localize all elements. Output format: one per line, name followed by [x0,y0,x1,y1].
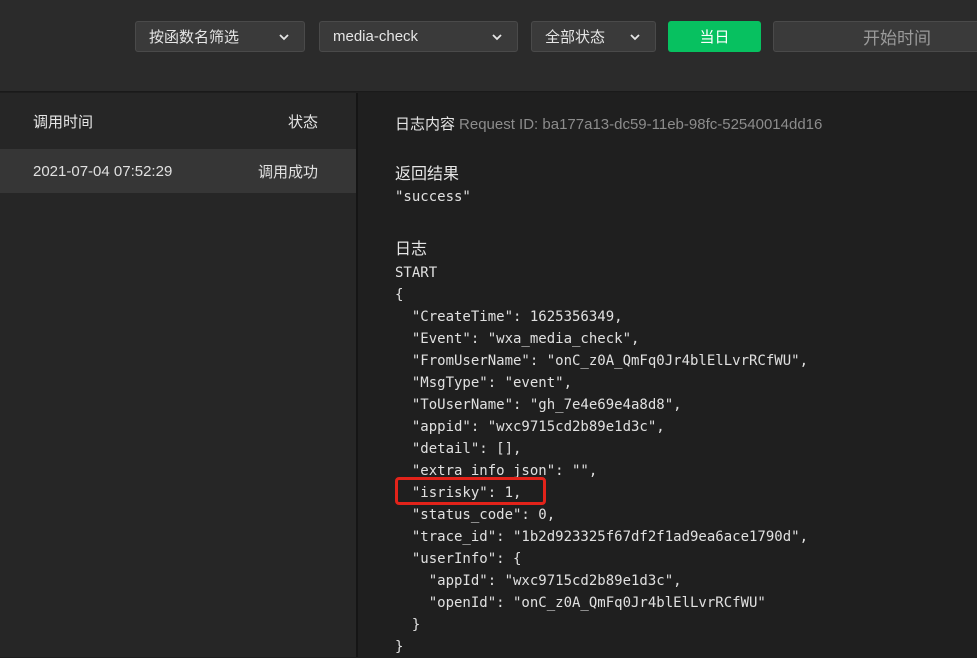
log-line: START [395,265,438,281]
invocation-time: 2021-07-04 07:52:29 [33,162,173,180]
result-value: "success" [395,189,471,205]
log-line: } [395,617,421,633]
result-title: 返回结果 [395,166,460,183]
status-filter-label: 全部状态 [545,29,606,46]
log-line: "status_code": 0, [395,507,556,523]
header-time: 调用时间 [33,113,94,131]
log-content-header: 日志内容 Request ID: ba177a13-dc59-11eb-98fc-… [395,113,822,134]
log-line: "Event": "wxa_media_check", [395,331,640,347]
function-filter-select[interactable]: 按函数名筛选 [135,21,305,52]
log-line: "trace_id": "1b2d923325f67df2f1ad9ea6ace… [395,529,809,545]
log-line: "detail": [], [395,441,522,457]
chevron-down-icon [279,34,289,41]
list-header: 调用时间 状态 [0,93,356,149]
log-line: "openId": "onC_z0A_QmFq0Jr4blElLvrRCfWU" [395,595,766,611]
log-title: 日志 [395,241,428,258]
toolbar: 按函数名筛选 media-check 全部状态 当日 开始时间 [0,0,977,92]
log-line: "CreateTime": 1625356349, [395,309,623,325]
start-time-input[interactable]: 开始时间 [773,21,977,52]
function-filter-label: 按函数名筛选 [149,29,240,46]
list-item[interactable]: 2021-07-04 07:52:29 调用成功 [0,149,356,193]
highlight-annotation [395,477,546,505]
log-line: "MsgType": "event", [395,375,573,391]
log-line: } [395,639,404,655]
log-line: "userInfo": { [395,551,522,567]
log-line: { [395,287,404,303]
function-name-select[interactable]: media-check [319,21,518,52]
invocation-status: 调用成功 [257,163,318,181]
header-status: 状态 [287,113,318,131]
status-filter-select[interactable]: 全部状态 [531,21,656,52]
chevron-down-icon [492,34,502,41]
log-line: "appId": "wxc9715cd2b89e1d3c", [395,573,682,589]
log-line: "FromUserName": "onC_z0A_QmFq0Jr4blElLvr… [395,353,809,369]
log-line: "appid": "wxc9715cd2b89e1d3c", [395,419,665,435]
invocation-list: 调用时间 状态 2021-07-04 07:52:29 调用成功 [0,93,356,657]
chevron-down-icon [630,34,640,41]
log-detail-panel: 日志内容 Request ID: ba177a13-dc59-11eb-98fc-… [358,93,977,657]
function-name-label: media-check [333,28,419,45]
request-id: Request ID: ba177a13-dc59-11eb-98fc-5254… [459,116,823,133]
log-line: "ToUserName": "gh_7e4e69e4a8d8", [395,397,682,413]
today-button[interactable]: 当日 [668,21,761,52]
log-content-label: 日志内容 [395,116,456,133]
